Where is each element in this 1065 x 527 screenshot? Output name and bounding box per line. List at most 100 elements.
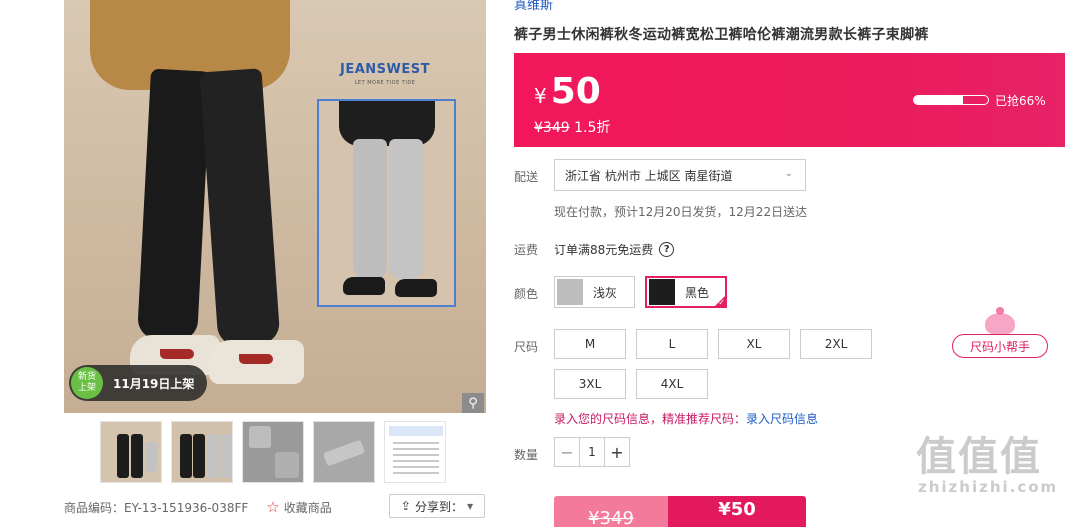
new-arrival-icon: 新货 上架 [71, 367, 103, 399]
color-swatch [557, 279, 583, 305]
color-option-label: 浅灰 [593, 285, 618, 300]
thumb-fold [275, 452, 299, 478]
original-price-row: ¥349 1.5折 [534, 117, 610, 137]
star-icon: ☆ [266, 498, 280, 516]
thumb-leg [221, 434, 232, 478]
thumb-leg [180, 434, 192, 478]
color-option-black[interactable]: 黑色 ✓ [645, 276, 727, 308]
buy-now-price: ¥50 [718, 499, 756, 520]
size-option-3xl[interactable]: 3XL [554, 369, 626, 399]
color-swatch [649, 279, 675, 305]
favorite-label: 收藏商品 [283, 500, 332, 515]
share-icon: ⇪ [400, 499, 411, 513]
quantity-label: 数量 [514, 448, 539, 462]
delivery-label: 配送 [514, 170, 539, 184]
caret-down-icon: ▼ [466, 501, 474, 511]
inset-torso [339, 101, 435, 146]
thumb-doc-header [389, 426, 443, 436]
mascot-icon [985, 307, 1015, 335]
main-product-image[interactable]: JEANSWEST LET MORE TIDE TIDE 新货 上架 11月19日… [64, 0, 486, 413]
model-pants-left-leg [136, 68, 212, 342]
size-option-2xl[interactable]: 2XL [800, 329, 872, 359]
color-option-light-grey[interactable]: 浅灰 [554, 276, 635, 308]
thumbnail-5[interactable] [384, 421, 446, 483]
color-label: 颜色 [514, 287, 539, 301]
watermark-logo: 值值值 [916, 434, 1042, 480]
size-option-m[interactable]: M [554, 329, 626, 359]
thumb-doc-row [393, 460, 439, 462]
magnifier-icon[interactable]: ⚲ [462, 393, 484, 413]
size-label: 尺码 [514, 340, 539, 354]
thumb-doc-row [393, 448, 439, 450]
inset-leg-right [389, 139, 423, 279]
buy-original-price: ¥349 [588, 508, 634, 527]
thumb-doc-row [393, 472, 439, 474]
shoe-swoosh [160, 349, 194, 359]
discount-rate: 1.5折 [574, 120, 611, 136]
site-watermark: 值值值 zhizhizhi.com [916, 436, 1062, 496]
thumbnail-3[interactable] [242, 421, 304, 483]
thumb-leg [193, 434, 205, 478]
size-tip-text: 录入您的尺码信息，精准推荐尺码： [554, 412, 747, 426]
chevron-down-icon: ⌄ [784, 168, 793, 179]
thumb-fold [249, 426, 271, 448]
inset-shoe-left [343, 277, 385, 295]
quantity-increment-button[interactable]: + [605, 438, 629, 466]
thumb-leg [145, 442, 157, 472]
share-button[interactable]: ⇪ 分享到： ▼ [389, 494, 485, 518]
size-option-xl[interactable]: XL [718, 329, 790, 359]
thumb-leg [208, 434, 220, 478]
freight-text: 订单满88元免运费 [554, 243, 654, 257]
thumb-doc-row [393, 466, 439, 468]
thumb-leg [131, 434, 143, 478]
enter-size-link[interactable]: 录入尺码信息 [746, 412, 818, 426]
buy-now-button[interactable]: ¥50 [668, 496, 806, 527]
size-recommendation-tip: 录入您的尺码信息，精准推荐尺码：录入尺码信息 [554, 410, 818, 427]
quantity-decrement-button[interactable]: − [555, 438, 579, 466]
inset-leg-left [353, 139, 387, 279]
address-selector[interactable]: 浙江省 杭州市 上城区 南星街道 ⌄ [554, 159, 806, 191]
model-shoe-right [209, 340, 304, 384]
thumbnail-2[interactable] [171, 421, 233, 483]
help-icon[interactable]: ? [659, 242, 675, 257]
size-helper[interactable]: 尺码小帮手 [952, 307, 1048, 361]
address-value: 浙江省 杭州市 上城区 南星街道 [565, 168, 733, 183]
thumb-leg [117, 434, 129, 478]
thumbnail-strip [100, 421, 450, 483]
share-label: 分享到： [414, 499, 463, 514]
size-helper-button[interactable]: 尺码小帮手 [952, 334, 1048, 358]
freight-label: 运费 [514, 243, 539, 257]
currency-symbol: ¥ [534, 84, 547, 108]
current-price-value: 50 [550, 71, 601, 112]
original-price: ¥349 [534, 120, 570, 136]
thumb-doc-row [393, 454, 439, 456]
thumbnail-1[interactable] [100, 421, 162, 483]
jeanswest-tagline: LET MORE TIDE TIDE [354, 80, 416, 86]
brand-link[interactable]: 真维斯 [514, 0, 553, 13]
shipping-estimate: 现在付款，预计12月20日发货，12月22日送达 [554, 205, 808, 219]
inset-grey-pants-photo [317, 99, 456, 307]
inset-shoe-right [395, 279, 437, 297]
color-option-label: 黑色 [685, 285, 710, 300]
current-price: ¥ 50 [534, 71, 601, 112]
quantity-input[interactable]: 1 [579, 438, 605, 466]
checkmark-icon: ✓ [718, 298, 725, 307]
thumb-doc-row [393, 442, 439, 444]
size-option-l[interactable]: L [636, 329, 708, 359]
model-pants-right-leg [199, 68, 281, 347]
quantity-stepper: − 1 + [554, 437, 630, 467]
product-title: 裤子男士休闲裤秋冬运动裤宽松卫裤哈伦裤潮流男款长裤子束脚裤 [514, 27, 929, 43]
thumb-fabric [322, 439, 366, 467]
sold-percentage: 已抢66% [995, 94, 1046, 108]
product-meta-row: 商品编码：EY-13-151936-038FF ☆ 收藏商品 ⇪ 分享到： ▼ [64, 494, 494, 518]
size-option-4xl[interactable]: 4XL [636, 369, 708, 399]
thumbnail-4[interactable] [313, 421, 375, 483]
jeanswest-logo: JEANSWEST [340, 62, 430, 77]
new-arrival-date: 11月19日上架 [113, 376, 195, 391]
favorite-button[interactable]: ☆ 收藏商品 [266, 498, 331, 516]
sold-progress-fill [914, 96, 963, 104]
buy-original-price-button[interactable]: ¥349 [554, 496, 668, 527]
buy-buttons: ¥349 ¥50 [554, 496, 806, 527]
watermark-url: zhizhizhi.com [918, 478, 1059, 496]
freight-info: 订单满88元免运费 ? [554, 241, 675, 258]
